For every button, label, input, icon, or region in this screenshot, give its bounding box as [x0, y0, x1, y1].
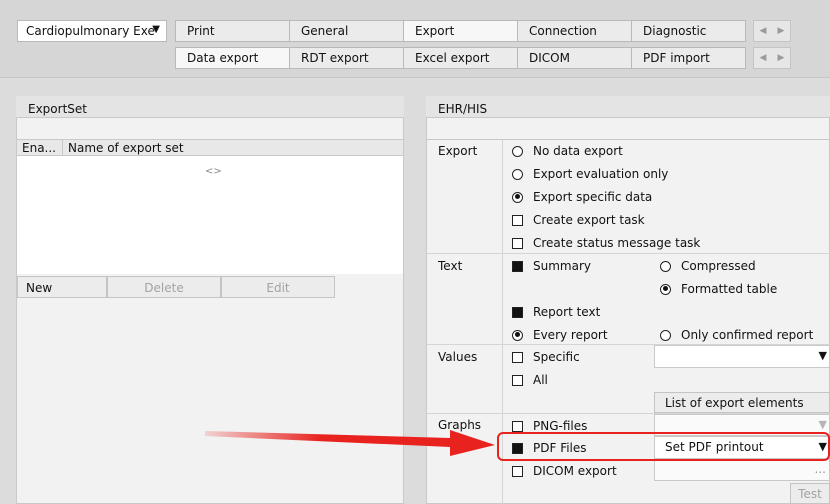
checkbox-icon[interactable] — [512, 237, 523, 249]
checkbox-label: Specific — [533, 350, 580, 364]
scroll-left-icon[interactable]: ◀ — [760, 53, 767, 63]
profile-select[interactable]: Cardiopulmonary Exe ▼ — [17, 20, 167, 42]
radio-selected-icon[interactable] — [660, 283, 671, 295]
edit-button[interactable]: Edit — [221, 276, 335, 298]
radio-icon[interactable] — [512, 145, 523, 157]
text-label: Text — [438, 259, 463, 273]
checkbox-create-export-task[interactable]: Create export task — [512, 213, 645, 227]
radio-selected-icon[interactable] — [512, 329, 523, 341]
radio-label: Every report — [533, 328, 608, 342]
checkbox-label: Create export task — [533, 213, 645, 227]
checkbox-png-files[interactable]: PNG-files — [512, 419, 587, 433]
radio-icon[interactable] — [512, 168, 523, 180]
checkbox-dicom-export[interactable]: DICOM export — [512, 464, 617, 478]
tab-dicom[interactable]: DICOM — [517, 47, 632, 69]
radio-only-confirmed-report[interactable]: Only confirmed report — [660, 328, 813, 342]
checkbox-report-text[interactable]: Report text — [512, 305, 600, 319]
checkbox-checked-icon[interactable] — [512, 306, 523, 318]
checkbox-icon[interactable] — [512, 351, 523, 363]
annotation-arrow-icon — [205, 430, 495, 456]
values-label: Values — [438, 350, 478, 364]
empty-placeholder: <> — [205, 166, 222, 177]
checkbox-icon[interactable] — [512, 374, 523, 386]
tab-data-export[interactable]: Data export — [175, 47, 290, 69]
delete-button[interactable]: Delete — [107, 276, 221, 298]
test-button[interactable]: Test — [790, 483, 830, 504]
radio-formatted-table[interactable]: Formatted table — [660, 282, 777, 296]
tab-general[interactable]: General — [289, 20, 404, 42]
checkbox-icon[interactable] — [512, 214, 523, 226]
values-specific-select[interactable]: ▼ — [654, 345, 830, 368]
column-divider — [62, 139, 63, 155]
checkbox-label: Report text — [533, 305, 601, 319]
radio-icon[interactable] — [660, 260, 671, 272]
column-name[interactable]: Name of export set — [68, 141, 184, 155]
checkbox-checked-icon[interactable] — [512, 260, 523, 272]
radio-export-specific-data[interactable]: Export specific data — [512, 190, 652, 204]
exportset-table-header: Ena... Name of export set — [17, 139, 403, 156]
radio-every-report[interactable]: Every report — [512, 328, 608, 342]
dropdown-arrow-icon[interactable]: ▼ — [819, 418, 827, 431]
tab-rdt-export[interactable]: RDT export — [289, 47, 404, 69]
more-options-icon[interactable]: ... — [815, 462, 826, 476]
radio-export-evaluation-only[interactable]: Export evaluation only — [512, 167, 668, 181]
radio-compressed[interactable]: Compressed — [660, 259, 756, 273]
tab-excel-export[interactable]: Excel export — [403, 47, 518, 69]
tab-diagnostic[interactable]: Diagnostic — [631, 20, 746, 42]
scroll-right-icon[interactable]: ▶ — [778, 26, 785, 36]
checkbox-specific[interactable]: Specific — [512, 350, 580, 364]
new-button[interactable]: New — [17, 276, 107, 298]
radio-icon[interactable] — [660, 329, 671, 341]
pdf-files-highlight — [497, 432, 830, 461]
checkbox-label: PNG-files — [533, 419, 588, 433]
checkbox-label: All — [533, 373, 548, 387]
tab-pdf-import[interactable]: PDF import — [631, 47, 746, 69]
ehr-title: EHR/HIS — [426, 96, 830, 118]
radio-label: Export evaluation only — [533, 167, 669, 181]
dicom-export-select[interactable]: ... — [654, 459, 830, 481]
checkbox-icon[interactable] — [512, 465, 523, 477]
profile-select-value: Cardiopulmonary Exe — [26, 24, 155, 38]
column-enabled[interactable]: Ena... — [22, 141, 56, 155]
checkbox-label: Create status message task — [533, 236, 701, 250]
radio-selected-icon[interactable] — [512, 191, 523, 203]
export-label: Export — [438, 144, 478, 158]
checkbox-icon[interactable] — [512, 420, 523, 432]
radio-label: Formatted table — [681, 282, 778, 296]
checkbox-summary[interactable]: Summary — [512, 259, 591, 273]
dropdown-arrow-icon[interactable]: ▼ — [152, 24, 160, 35]
radio-label: No data export — [533, 144, 623, 158]
checkbox-label: Summary — [533, 259, 591, 273]
checkbox-all[interactable]: All — [512, 373, 548, 387]
scroll-right-icon[interactable]: ▶ — [778, 53, 785, 63]
exportset-list[interactable]: <> — [17, 156, 403, 274]
radio-no-data-export[interactable]: No data export — [512, 144, 623, 158]
checkbox-create-status-message-task[interactable]: Create status message task — [512, 236, 700, 250]
checkbox-label: DICOM export — [533, 464, 617, 478]
list-of-export-elements-button[interactable]: List of export elements — [654, 392, 830, 413]
tab-print[interactable]: Print — [175, 20, 290, 42]
tab-connection[interactable]: Connection — [517, 20, 632, 42]
radio-label: Export specific data — [533, 190, 653, 204]
tab-scroll-buttons[interactable]: ◀ ▶ — [753, 20, 791, 42]
scroll-left-icon[interactable]: ◀ — [760, 26, 767, 36]
ehr-toolbar — [427, 118, 830, 140]
radio-label: Only confirmed report — [681, 328, 814, 342]
exportset-title: ExportSet — [16, 96, 404, 118]
exportset-toolbar — [17, 118, 403, 140]
section-divider — [427, 253, 830, 254]
tab-export[interactable]: Export — [403, 20, 518, 42]
radio-label: Compressed — [681, 259, 756, 273]
tab-scroll-buttons-2[interactable]: ◀ ▶ — [753, 47, 791, 69]
dropdown-arrow-icon[interactable]: ▼ — [819, 349, 827, 362]
